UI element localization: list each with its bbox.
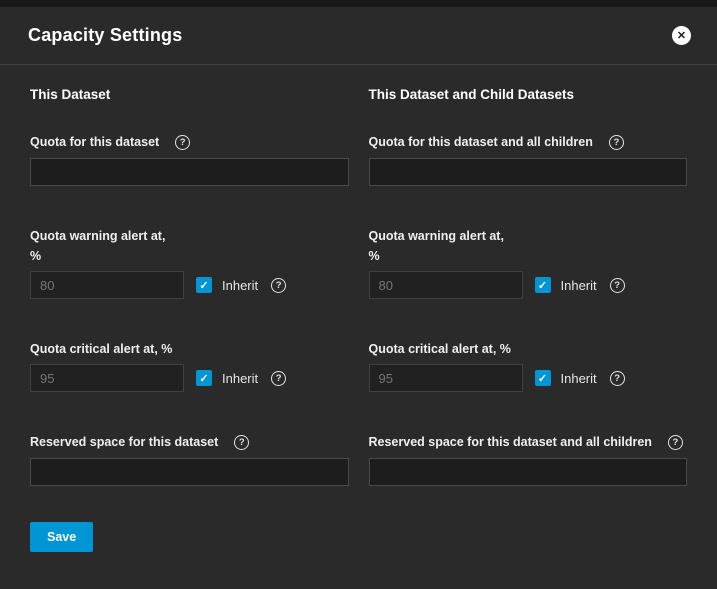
help-icon[interactable]: ? [610, 278, 625, 293]
help-icon[interactable]: ? [271, 278, 286, 293]
dialog-body: This Dataset Quota for this dataset ? Qu… [0, 65, 717, 589]
field-label: Reserved space for this dataset and all … [369, 432, 652, 452]
help-icon[interactable]: ? [668, 435, 683, 450]
field-quota-critical-children: Quota critical alert at, % ✓ Inherit ? [369, 339, 688, 392]
field-quota-critical: Quota critical alert at, % ✓ Inherit ? [30, 339, 349, 392]
reserved-space-input[interactable] [30, 458, 349, 486]
page-title: Capacity Settings [28, 25, 182, 46]
field-quota-warning: Quota warning alert at, % ✓ Inherit ? [30, 226, 349, 299]
quota-children-input[interactable] [369, 158, 688, 186]
help-icon[interactable]: ? [175, 135, 190, 150]
inherit-label: Inherit [222, 371, 258, 386]
field-label: Quota critical alert at, % [30, 339, 172, 359]
close-icon[interactable]: ✕ [672, 26, 691, 45]
capacity-settings-dialog: Capacity Settings ✕ This Dataset Quota f… [0, 0, 717, 589]
section-header: This Dataset and Child Datasets [369, 87, 688, 102]
column-child-datasets: This Dataset and Child Datasets Quota fo… [369, 87, 688, 486]
help-icon[interactable]: ? [234, 435, 249, 450]
section-header: This Dataset [30, 87, 349, 102]
help-icon[interactable]: ? [609, 135, 624, 150]
reserved-space-children-input[interactable] [369, 458, 688, 486]
field-label: Quota for this dataset and all children [369, 132, 593, 152]
inherit-label: Inherit [561, 371, 597, 386]
field-quota-warning-children: Quota warning alert at, % ✓ Inherit ? [369, 226, 688, 299]
dialog-header: Capacity Settings ✕ [0, 7, 717, 65]
dialog-actions: Save [30, 522, 687, 552]
field-reserved-space-children: Reserved space for this dataset and all … [369, 432, 688, 486]
field-quota-dataset: Quota for this dataset ? [30, 132, 349, 186]
inherit-label: Inherit [561, 278, 597, 293]
field-label: Reserved space for this dataset [30, 432, 218, 452]
quota-dataset-input[interactable] [30, 158, 349, 186]
field-label: Quota warning alert at, % [30, 226, 165, 266]
field-reserved-space: Reserved space for this dataset ? [30, 432, 349, 486]
inherit-label: Inherit [222, 278, 258, 293]
inherit-checkbox[interactable]: ✓ [535, 277, 551, 293]
save-button[interactable]: Save [30, 522, 93, 552]
quota-critical-children-input [369, 364, 523, 392]
field-label: Quota for this dataset [30, 132, 159, 152]
quota-warning-children-input [369, 271, 523, 299]
help-icon[interactable]: ? [271, 371, 286, 386]
inherit-checkbox[interactable]: ✓ [196, 277, 212, 293]
settings-columns: This Dataset Quota for this dataset ? Qu… [30, 87, 687, 486]
field-label: Quota critical alert at, % [369, 339, 511, 359]
inherit-checkbox[interactable]: ✓ [196, 370, 212, 386]
field-label: Quota warning alert at, % [369, 226, 504, 266]
dialog-top-edge [0, 0, 717, 7]
help-icon[interactable]: ? [610, 371, 625, 386]
quota-critical-input [30, 364, 184, 392]
column-this-dataset: This Dataset Quota for this dataset ? Qu… [30, 87, 349, 486]
field-quota-children: Quota for this dataset and all children … [369, 132, 688, 186]
inherit-checkbox[interactable]: ✓ [535, 370, 551, 386]
quota-warning-input [30, 271, 184, 299]
